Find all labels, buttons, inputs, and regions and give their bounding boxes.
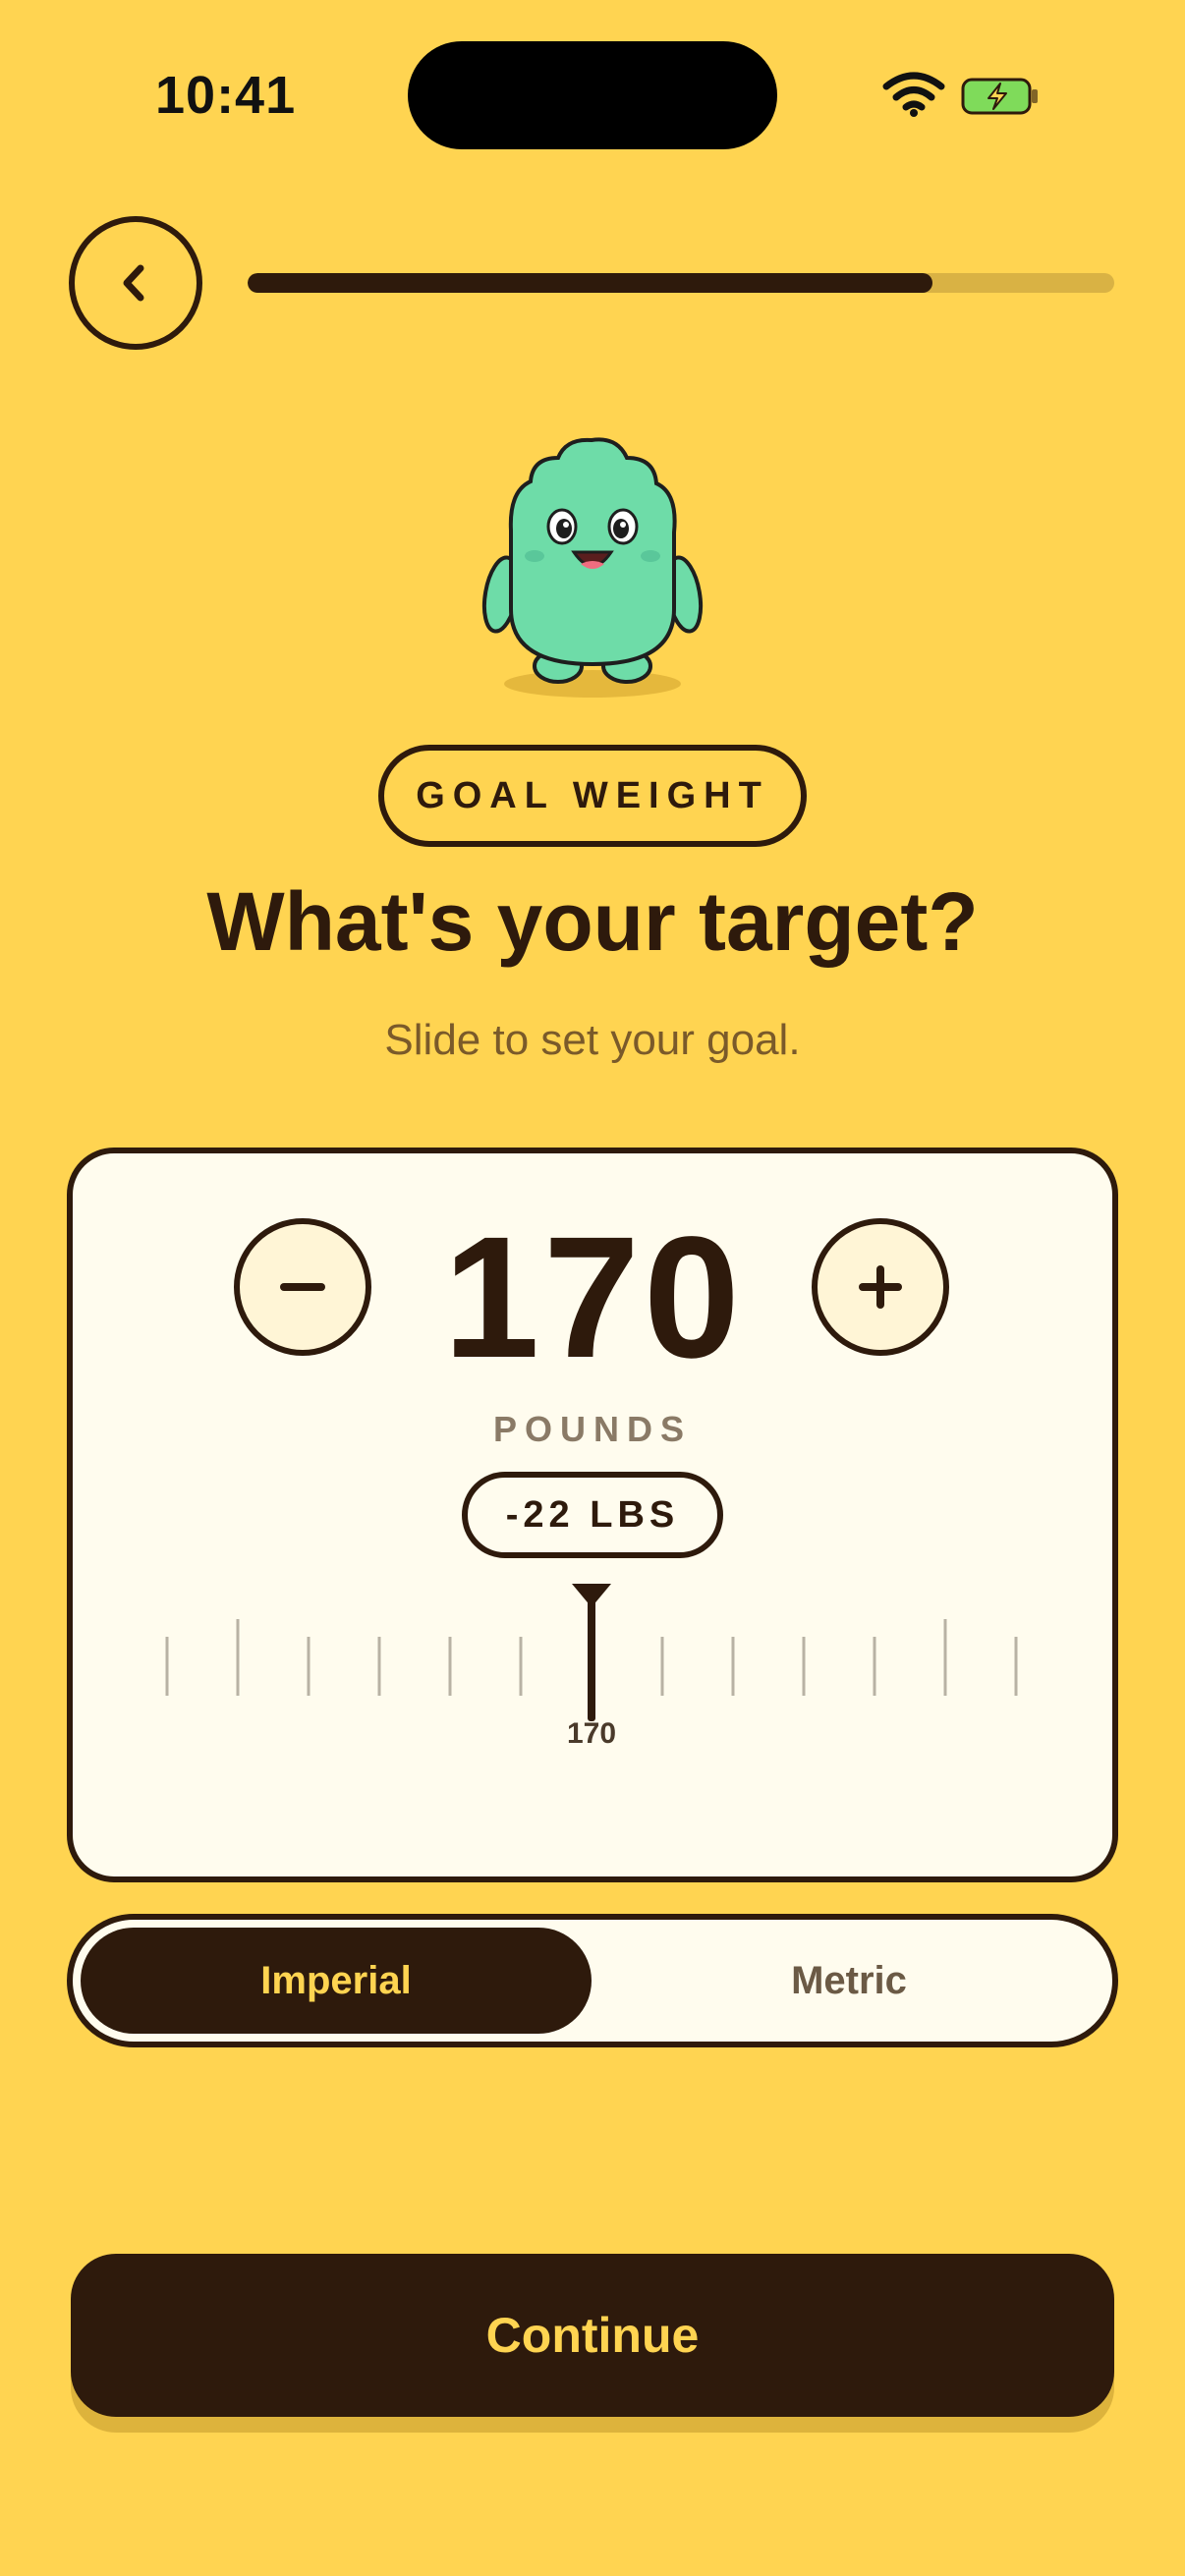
progress-fill	[248, 273, 932, 293]
unit-option-metric[interactable]: Metric	[593, 1928, 1104, 2034]
wifi-icon	[882, 72, 945, 117]
dynamic-island	[408, 41, 777, 149]
weight-ruler-slider[interactable]: 170	[157, 1580, 1042, 1757]
weight-unit-label: POUNDS	[492, 1409, 693, 1449]
step-label-pill: GOAL WEIGHT	[378, 745, 807, 847]
increase-button[interactable]	[812, 1218, 949, 1356]
chevron-left-icon	[123, 264, 144, 302]
progress-bar	[248, 273, 1114, 293]
status-time: 10:41	[155, 66, 297, 125]
minus-icon	[280, 1283, 325, 1291]
weight-difference-badge: -22 LBS	[462, 1472, 723, 1558]
ruler-value-label: 170	[567, 1717, 616, 1750]
ruler-needle	[588, 1599, 595, 1721]
page-title: What's your target?	[206, 875, 979, 968]
back-button[interactable]	[69, 216, 202, 350]
decrease-button[interactable]	[234, 1218, 371, 1356]
continue-button[interactable]: Continue	[71, 2254, 1114, 2417]
plus-icon	[859, 1265, 902, 1309]
unit-option-imperial[interactable]: Imperial	[81, 1928, 592, 2034]
weight-value: 170	[443, 1202, 744, 1394]
battery-charging-icon	[961, 78, 1038, 115]
page-subtitle: Slide to set your goal.	[384, 1016, 801, 1064]
mascot-illustration	[481, 437, 704, 698]
